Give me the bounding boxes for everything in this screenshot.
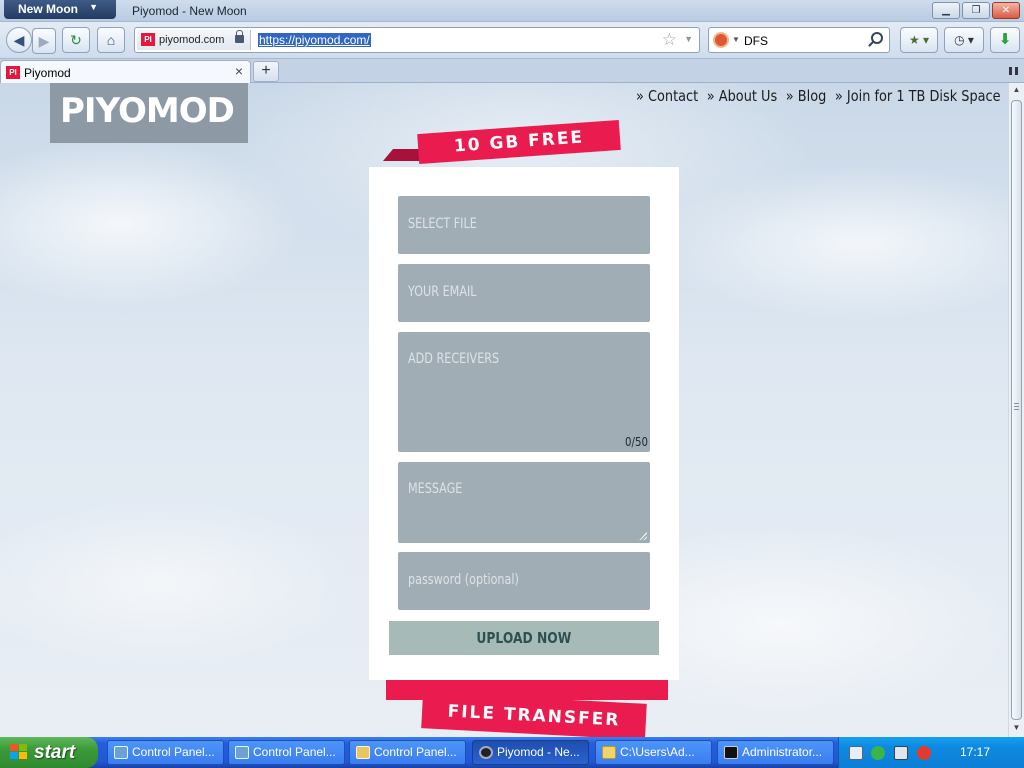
reload-icon: ↻ <box>70 32 82 48</box>
bookmarks-icon: ★ ▾ <box>908 33 930 47</box>
select-file-label: SELECT FILE <box>408 216 477 232</box>
app-menu-button[interactable]: New Moon ▼ <box>4 0 116 19</box>
tab-label: Piyomod <box>24 66 71 80</box>
volume-muted-icon[interactable] <box>917 746 931 760</box>
home-icon: ⌂ <box>106 32 116 48</box>
bookmarks-button[interactable]: ★ ▾ <box>900 27 938 53</box>
message-field[interactable]: MESSAGE <box>398 462 650 543</box>
tab-list-icon[interactable] <box>1009 67 1018 75</box>
search-bar[interactable]: ▼ DFS <box>708 27 890 53</box>
nav-link-about-us[interactable]: About Us <box>707 87 777 105</box>
password-placeholder: password (optional) <box>408 572 519 588</box>
control-panel-icon <box>114 746 128 759</box>
chevron-down-icon: ▼ <box>732 35 740 44</box>
url-history-dropdown-icon[interactable]: ▼ <box>684 34 693 44</box>
taskbar-item-cmd[interactable]: Administrator... <box>717 740 834 765</box>
security-shield-icon[interactable] <box>871 746 885 760</box>
taskbar-item-control-panel[interactable]: Control Panel... <box>349 740 466 765</box>
message-placeholder: MESSAGE <box>408 481 463 497</box>
resize-grip-icon[interactable] <box>639 532 647 540</box>
download-arrow-icon: ⬇ <box>998 31 1012 48</box>
taskbar-item-label: Administrator... <box>742 745 823 759</box>
url-bar[interactable]: PI piyomod.com https://piyomod.com/ ☆ ▼ <box>134 27 700 53</box>
downloads-button[interactable]: ⬇ <box>990 27 1020 53</box>
taskbar-item-label: Control Panel... <box>374 745 457 759</box>
free-space-ribbon: 10 GB FREE <box>417 119 621 165</box>
clock-icon: ◷ ▾ <box>954 33 974 47</box>
password-field[interactable]: password (optional) <box>398 552 650 610</box>
site-identity-label: piyomod.com <box>159 34 225 46</box>
receivers-placeholder: ADD RECEIVERS <box>408 351 500 367</box>
minimize-button[interactable]: ▁ <box>932 2 960 19</box>
email-field[interactable]: YOUR EMAIL <box>398 264 650 322</box>
lock-icon <box>235 30 245 43</box>
taskbar-item-control-panel[interactable]: Control Panel... <box>228 740 345 765</box>
site-identity-button[interactable]: PI piyomod.com <box>137 30 252 50</box>
new-tab-button[interactable]: + <box>253 61 279 82</box>
url-input[interactable]: https://piyomod.com/ <box>258 33 371 47</box>
control-panel-icon <box>235 746 249 759</box>
taskbar-item-label: Control Panel... <box>253 745 336 759</box>
nav-link-contact[interactable]: Contact <box>636 87 698 105</box>
close-tab-icon[interactable]: × <box>235 63 243 79</box>
start-label: start <box>34 742 76 763</box>
nav-link-blog[interactable]: Blog <box>786 87 827 105</box>
receivers-counter: 0/50 <box>625 435 648 449</box>
scroll-down-arrow-icon[interactable]: ▼ <box>1011 723 1022 735</box>
search-input[interactable]: DFS <box>744 34 768 48</box>
network-icon[interactable] <box>894 746 908 760</box>
folder-icon <box>602 746 616 759</box>
nav-link-join[interactable]: Join for 1 TB Disk Space <box>835 87 1001 105</box>
forward-button[interactable]: ▶ <box>32 28 56 54</box>
cmd-icon <box>724 746 738 759</box>
scroll-thumb[interactable] <box>1011 100 1022 720</box>
window-controls: ▁ ❐ ✕ <box>932 2 1020 19</box>
taskbar-item-label: Piyomod - Ne... <box>497 745 580 759</box>
system-tray: 17:17 <box>838 737 1024 768</box>
email-placeholder: YOUR EMAIL <box>408 284 477 300</box>
search-icon[interactable] <box>871 32 883 44</box>
upload-now-label: UPLOAD NOW <box>476 629 572 647</box>
receivers-field[interactable]: ADD RECEIVERS 0/50 <box>398 332 650 452</box>
title-bar: New Moon ▼ Piyomod - New Moon ▁ ❐ ✕ <box>0 0 1024 22</box>
site-favicon-icon: PI <box>141 33 155 46</box>
navigation-toolbar: ◀ ▶ ↻ ⌂ PI piyomod.com https://piyomod.c… <box>0 22 1024 59</box>
start-button[interactable]: start <box>0 737 98 768</box>
taskbar-item-label: C:\Users\Ad... <box>620 745 695 759</box>
taskbar-item-browser[interactable]: Piyomod - Ne... <box>472 740 589 765</box>
taskbar-item-control-panel[interactable]: Control Panel... <box>107 740 224 765</box>
restore-button[interactable]: ❐ <box>962 2 990 19</box>
select-file-button[interactable]: SELECT FILE <box>398 196 650 254</box>
taskbar-item-label: Control Panel... <box>132 745 215 759</box>
clock[interactable]: 17:17 <box>960 745 990 759</box>
bookmark-star-icon[interactable]: ☆ <box>662 30 677 50</box>
site-logo[interactable]: PIYOMOD <box>50 83 248 143</box>
reload-button[interactable]: ↻ <box>62 27 90 53</box>
home-button[interactable]: ⌂ <box>97 27 125 53</box>
forward-arrow-icon: ▶ <box>38 33 50 49</box>
windows-logo-icon <box>10 744 28 761</box>
back-arrow-icon: ◀ <box>13 32 25 48</box>
tab-favicon-icon: PI <box>6 66 20 79</box>
scroll-up-arrow-icon[interactable]: ▲ <box>1011 85 1022 97</box>
close-window-button[interactable]: ✕ <box>992 2 1020 19</box>
taskbar: start Control Panel... Control Panel... … <box>0 737 1024 768</box>
browser-icon <box>479 746 493 759</box>
search-engine-icon[interactable] <box>713 32 729 48</box>
tab-bar: PI Piyomod × + <box>0 59 1024 83</box>
history-button[interactable]: ◷ ▾ <box>944 27 984 53</box>
app-menu-label: New Moon <box>18 2 78 16</box>
upload-now-button[interactable]: UPLOAD NOW <box>389 621 659 655</box>
vertical-scrollbar[interactable]: ▲ ▼ <box>1008 83 1024 737</box>
taskbar-item-folder[interactable]: C:\Users\Ad... <box>595 740 712 765</box>
top-navigation: Contact About Us Blog Join for 1 TB Disk… <box>636 87 1001 105</box>
tab-piyomod[interactable]: PI Piyomod × <box>0 60 251 83</box>
page-viewport: PIYOMOD Contact About Us Blog Join for 1… <box>0 83 1008 737</box>
control-panel-icon <box>356 746 370 759</box>
document-icon[interactable] <box>849 746 863 760</box>
window-title: Piyomod - New Moon <box>132 4 247 18</box>
upload-form-card: SELECT FILE YOUR EMAIL ADD RECEIVERS 0/5… <box>369 167 679 680</box>
back-button[interactable]: ◀ <box>6 27 32 53</box>
chevron-down-icon: ▼ <box>89 2 98 12</box>
